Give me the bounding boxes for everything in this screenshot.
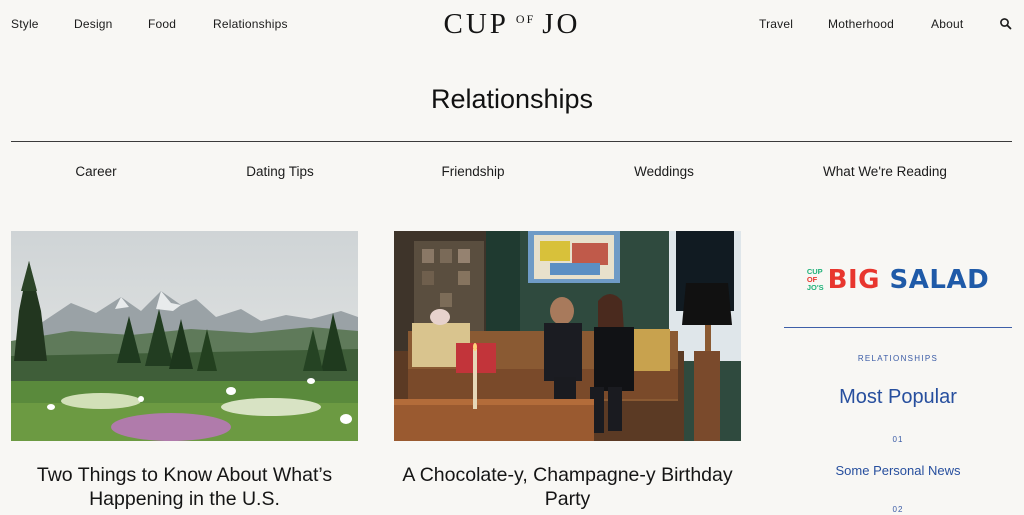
sidebar-category-label: RELATIONSHIPS xyxy=(857,354,939,363)
promo-big-salad: BIG SALAD xyxy=(827,265,990,295)
nav-style[interactable]: Style xyxy=(11,17,39,31)
article-title-1[interactable]: Two Things to Know About What’s Happenin… xyxy=(11,463,358,511)
subnav-weddings[interactable]: Weddings xyxy=(634,164,694,179)
nav-about[interactable]: About xyxy=(931,17,963,31)
nav-travel[interactable]: Travel xyxy=(759,17,793,31)
logo-cup: CUP xyxy=(443,7,509,40)
article-image-couple-sofa[interactable] xyxy=(394,231,741,441)
article-image-mountain-meadow[interactable] xyxy=(11,231,358,441)
popular-item-1[interactable]: Some Personal News xyxy=(784,463,1012,478)
popular-number-2: 02 xyxy=(892,505,904,514)
article-title-2[interactable]: A Chocolate-y, Champagne-y Birthday Part… xyxy=(394,463,741,511)
big-salad-promo[interactable]: CUP OF JO'S BIG SALAD xyxy=(784,262,1012,298)
search-icon[interactable] xyxy=(999,17,1013,31)
subnav-what-were-reading[interactable]: What We're Reading xyxy=(823,164,947,179)
most-popular-heading: Most Popular xyxy=(839,386,957,408)
top-navigation: Style Design Food Relationships CUP OF J… xyxy=(0,0,1024,48)
subnav-dating-tips[interactable]: Dating Tips xyxy=(246,164,314,179)
title-divider xyxy=(11,141,1012,142)
nav-relationships[interactable]: Relationships xyxy=(213,17,288,31)
page-title: Relationships xyxy=(430,84,594,114)
logo-jo: JO xyxy=(542,7,581,40)
nav-design[interactable]: Design xyxy=(74,17,113,31)
sidebar-divider xyxy=(784,327,1012,328)
site-logo[interactable]: CUP OF JO xyxy=(402,8,622,40)
popular-number-1: 01 xyxy=(892,435,904,444)
subnav-career[interactable]: Career xyxy=(75,164,116,179)
promo-cup-of-jos: CUP OF JO'S xyxy=(806,267,824,292)
subnav-friendship[interactable]: Friendship xyxy=(441,164,504,179)
logo-of: OF xyxy=(515,11,536,26)
nav-motherhood[interactable]: Motherhood xyxy=(828,17,894,31)
nav-food[interactable]: Food xyxy=(148,17,176,31)
